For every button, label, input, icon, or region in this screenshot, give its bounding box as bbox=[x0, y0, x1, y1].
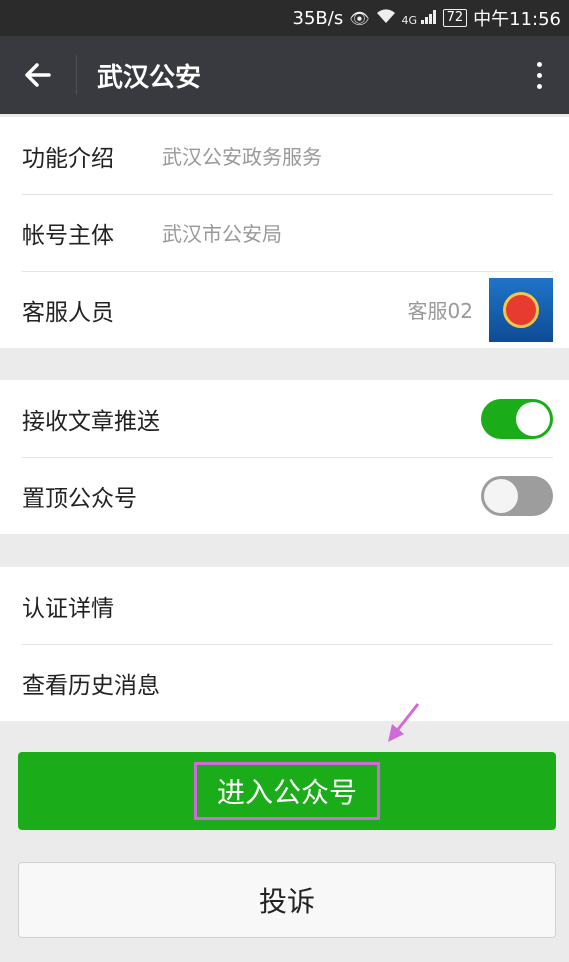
back-arrow-icon bbox=[25, 63, 51, 87]
app-bar: 武汉公安 bbox=[0, 36, 569, 114]
push-label: 接收文章推送 bbox=[22, 408, 160, 435]
wifi-icon bbox=[376, 8, 396, 28]
more-dot-icon bbox=[536, 72, 542, 78]
signal-label: 4G bbox=[401, 13, 418, 27]
owner-value: 武汉市公安局 bbox=[162, 222, 282, 246]
history-row[interactable]: 查看历史消息 bbox=[0, 644, 569, 721]
account-info-group: 功能介绍 武汉公安政务服务 帐号主体 武汉市公安局 客服人员 客服02 bbox=[0, 117, 569, 348]
owner-row: 帐号主体 武汉市公安局 bbox=[0, 194, 569, 271]
back-button[interactable] bbox=[0, 36, 76, 114]
enter-account-button[interactable]: 进入公众号 bbox=[18, 752, 556, 830]
history-label: 查看历史消息 bbox=[22, 672, 160, 699]
annotation-arrow bbox=[388, 703, 420, 742]
push-toggle[interactable] bbox=[481, 398, 553, 439]
enter-account-label: 进入公众号 bbox=[193, 762, 380, 820]
pin-toggle[interactable] bbox=[481, 475, 553, 516]
customer-service-row[interactable]: 客服人员 客服02 bbox=[0, 271, 569, 348]
net-speed: 35B/s bbox=[292, 7, 344, 29]
customer-service-avatar[interactable] bbox=[489, 277, 553, 342]
more-menu-button[interactable] bbox=[509, 36, 569, 114]
battery-icon: 72 bbox=[442, 9, 468, 27]
settings-group: 接收文章推送 置顶公众号 bbox=[0, 380, 569, 534]
clock: 中午11:56 bbox=[473, 9, 561, 30]
certification-row[interactable]: 认证详情 bbox=[0, 567, 569, 644]
more-group: 认证详情 查看历史消息 bbox=[0, 567, 569, 721]
push-row: 接收文章推送 bbox=[0, 380, 569, 457]
appbar-divider bbox=[76, 55, 77, 95]
certification-label: 认证详情 bbox=[22, 595, 114, 622]
intro-row: 功能介绍 武汉公安政务服务 bbox=[0, 117, 569, 194]
eye-icon: 👁 bbox=[349, 8, 370, 28]
page-title: 武汉公安 bbox=[97, 62, 202, 93]
pin-row: 置顶公众号 bbox=[0, 457, 569, 534]
complain-button[interactable]: 投诉 bbox=[18, 862, 556, 938]
customer-service-label: 客服人员 bbox=[22, 299, 114, 326]
status-bar: 35B/s 👁 4G 72 中午11:56 bbox=[0, 0, 569, 36]
more-dot-icon bbox=[536, 83, 542, 89]
police-emblem-icon bbox=[503, 291, 539, 328]
signal-icon: 4G bbox=[401, 9, 437, 27]
intro-value: 武汉公安政务服务 bbox=[162, 145, 322, 169]
customer-service-value: 客服02 bbox=[407, 299, 473, 323]
pin-label: 置顶公众号 bbox=[22, 485, 137, 512]
intro-label: 功能介绍 bbox=[22, 145, 114, 172]
more-dot-icon bbox=[536, 61, 542, 67]
owner-label: 帐号主体 bbox=[22, 222, 114, 249]
